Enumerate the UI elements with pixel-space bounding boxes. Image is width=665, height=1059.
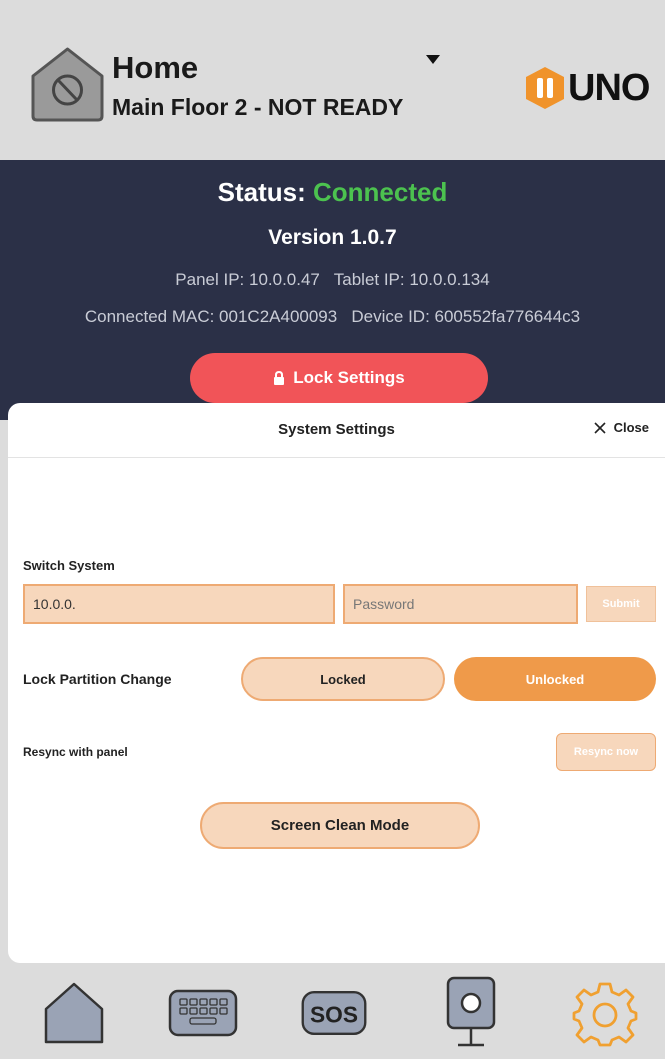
keypad-icon bbox=[168, 989, 238, 1037]
lock-icon bbox=[274, 371, 285, 385]
location-title[interactable]: Home bbox=[112, 50, 198, 86]
settings-gear-icon bbox=[572, 982, 638, 1047]
close-button[interactable]: Close bbox=[593, 420, 649, 435]
locked-toggle-button[interactable]: Locked bbox=[241, 657, 445, 701]
disarmed-home-icon[interactable] bbox=[30, 46, 105, 122]
resync-now-button[interactable]: Resync now bbox=[556, 733, 656, 771]
nav-sos[interactable]: SOS bbox=[298, 977, 370, 1049]
status-panel: Status: Connected Version 1.0.7 Panel IP… bbox=[0, 160, 665, 420]
screen-clean-mode-button[interactable]: Screen Clean Mode bbox=[200, 802, 480, 849]
mac-info: Connected MAC: 001C2A400093 Device ID: 6… bbox=[84, 307, 581, 326]
unlocked-toggle-button[interactable]: Unlocked bbox=[454, 657, 656, 701]
password-input[interactable] bbox=[343, 584, 578, 624]
close-label: Close bbox=[613, 420, 649, 435]
dropdown-caret-icon[interactable] bbox=[426, 55, 440, 65]
close-icon bbox=[594, 421, 606, 434]
logo-text: UNO bbox=[568, 66, 650, 109]
resync-label: Resync with panel bbox=[23, 745, 128, 759]
system-settings-modal: System Settings Close Switch System Subm… bbox=[8, 403, 665, 963]
nav-home[interactable] bbox=[38, 977, 110, 1049]
uno-logo-mark-icon bbox=[526, 67, 564, 109]
sos-text: SOS bbox=[310, 1001, 358, 1027]
lock-partition-label: Lock Partition Change bbox=[23, 671, 172, 687]
ip-info: Panel IP: 10.0.0.47 Tablet IP: 10.0.0.13… bbox=[175, 270, 490, 289]
uno-logo: UNO bbox=[524, 64, 650, 112]
status-line: Status: Connected bbox=[0, 177, 665, 208]
status-value: Connected bbox=[313, 177, 448, 207]
partition-status: Main Floor 2 - NOT READY bbox=[112, 94, 404, 120]
modal-title: System Settings bbox=[278, 421, 395, 438]
modal-header: System Settings Close bbox=[8, 403, 665, 458]
lock-settings-label: Lock Settings bbox=[293, 368, 405, 387]
nav-camera[interactable] bbox=[435, 976, 507, 1049]
ip-address-input[interactable] bbox=[23, 584, 335, 624]
lock-settings-button[interactable]: Lock Settings bbox=[190, 353, 488, 403]
camera-icon bbox=[446, 976, 496, 1047]
sos-icon: SOS bbox=[301, 990, 367, 1036]
status-label: Status: bbox=[217, 177, 306, 207]
header: Home Main Floor 2 - NOT READY UNO bbox=[0, 0, 665, 160]
version-text: Version 1.0.7 bbox=[268, 226, 397, 249]
bottom-nav: SOS bbox=[0, 963, 665, 1059]
home-icon bbox=[44, 982, 104, 1044]
nav-settings[interactable] bbox=[569, 977, 641, 1049]
settings-screen: Home Main Floor 2 - NOT READY UNO Status… bbox=[0, 0, 665, 1059]
submit-button[interactable]: Submit bbox=[586, 586, 656, 622]
nav-keypad[interactable] bbox=[167, 977, 239, 1049]
switch-system-label: Switch System bbox=[23, 558, 115, 573]
